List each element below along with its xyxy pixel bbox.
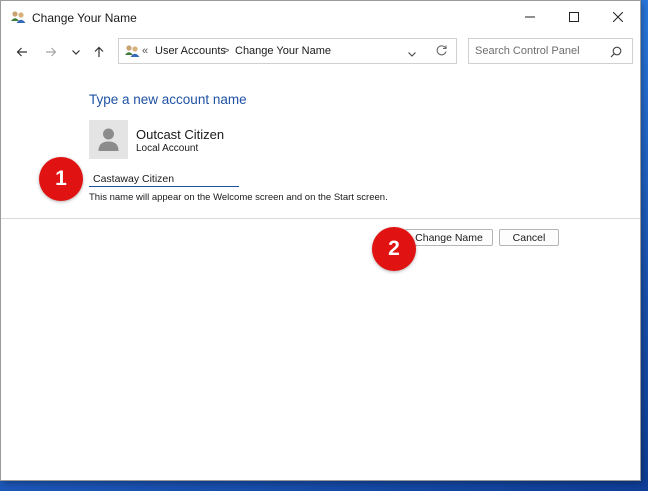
- breadcrumb-separator: >: [223, 45, 230, 57]
- breadcrumb-user-accounts[interactable]: User Accounts: [155, 45, 226, 57]
- search-icon[interactable]: [610, 45, 622, 63]
- back-button[interactable]: [13, 43, 31, 61]
- chevron-down-icon: [408, 52, 416, 57]
- page-heading: Type a new account name: [89, 92, 247, 107]
- close-button[interactable]: [596, 1, 640, 33]
- chevron-down-icon: [72, 50, 80, 55]
- close-icon: [613, 12, 623, 22]
- account-type: Local Account: [136, 143, 199, 154]
- minimize-icon: [525, 16, 535, 18]
- control-panel-icon: [124, 43, 140, 64]
- minimize-button[interactable]: [508, 1, 552, 33]
- recent-locations-button[interactable]: [67, 43, 85, 61]
- change-name-window: Change Your Name « User Accounts > Chang…: [0, 0, 641, 481]
- refresh-icon: [436, 45, 447, 56]
- address-bar[interactable]: « User Accounts > Change Your Name: [118, 38, 457, 64]
- account-name: Outcast Citizen: [136, 127, 225, 142]
- search-box[interactable]: [468, 38, 633, 64]
- divider: [1, 218, 640, 219]
- address-dropdown-button[interactable]: [407, 46, 417, 64]
- window-title: Change Your Name: [32, 11, 137, 25]
- maximize-button[interactable]: [552, 1, 596, 33]
- user-accounts-icon: [10, 9, 26, 25]
- up-button[interactable]: [90, 43, 108, 61]
- breadcrumb-overflow[interactable]: «: [142, 45, 148, 57]
- back-arrow-icon: [16, 47, 27, 57]
- avatar: [89, 120, 128, 159]
- step-badge-2: 2: [372, 227, 416, 271]
- forward-button[interactable]: [42, 43, 60, 61]
- new-name-input[interactable]: [89, 171, 239, 187]
- breadcrumb-change-your-name[interactable]: Change Your Name: [235, 45, 331, 57]
- maximize-icon: [569, 12, 579, 22]
- change-name-button[interactable]: Change Name: [405, 229, 493, 246]
- up-arrow-icon: [94, 46, 104, 57]
- user-avatar-icon: [98, 128, 119, 151]
- navigation-bar: « User Accounts > Change Your Name: [1, 37, 640, 67]
- step-badge-1: 1: [39, 157, 83, 201]
- title-bar[interactable]: Change Your Name: [1, 1, 640, 33]
- refresh-button[interactable]: [435, 44, 448, 62]
- search-input[interactable]: [475, 45, 605, 57]
- name-hint: This name will appear on the Welcome scr…: [89, 192, 388, 203]
- forward-arrow-icon: [46, 47, 57, 57]
- cancel-button[interactable]: Cancel: [499, 229, 559, 246]
